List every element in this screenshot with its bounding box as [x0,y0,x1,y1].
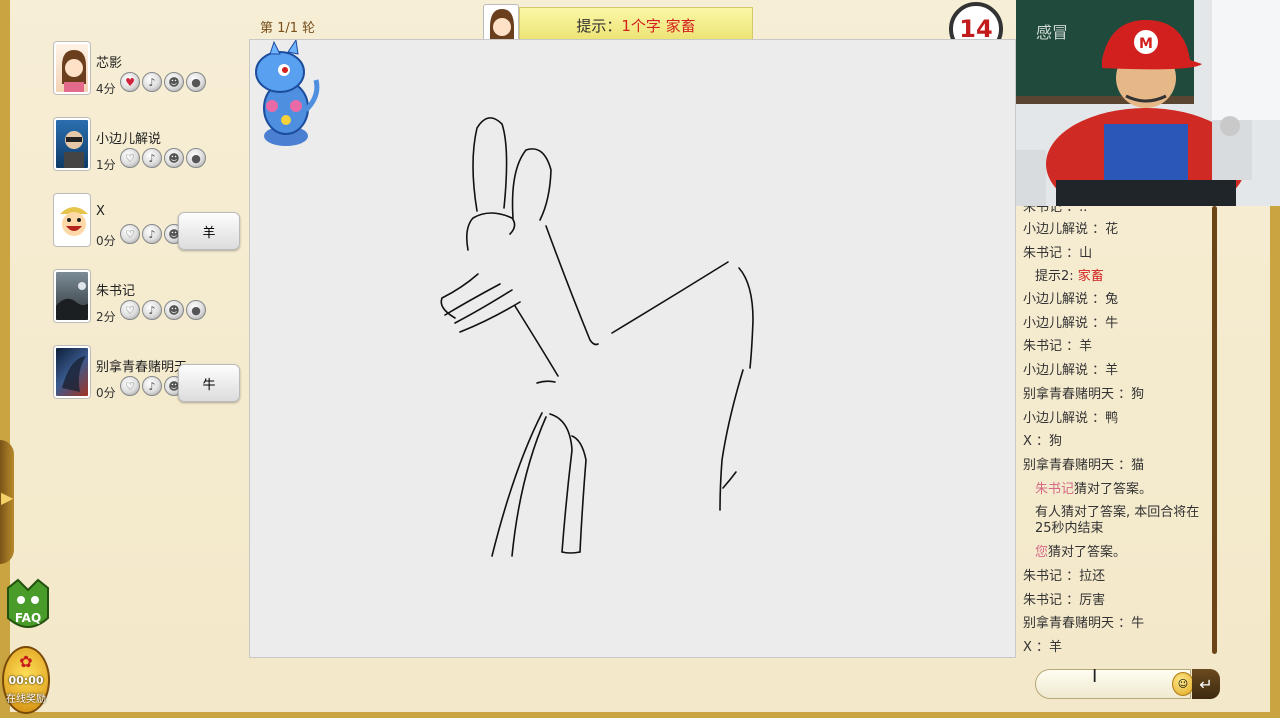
guess-bubble: 羊 [178,212,240,250]
arrow-right-icon: ▶ [1,488,14,507]
emoji-button[interactable]: ☺ [1172,672,1194,696]
chat-message: 小边儿解说 ：兔 [1023,292,1119,307]
player-item[interactable]: 朱书记 2分 ♡ ♪ ☻ ● [54,270,244,346]
player-name: 芯影 [96,56,123,71]
hint-bar: 提示： 1个字 家畜 [519,7,753,43]
chat-message: 朱书记 ：.. [1023,206,1088,215]
player-name: 小边儿解说 [96,132,162,147]
chat-message: 朱书记 ：羊 [1023,339,1093,354]
heart-icon[interactable]: ♡ [120,224,140,244]
sketch-drawing [440,117,754,557]
chat-message: 朱书记 ：山 [1023,246,1093,261]
chat-message: 小边儿解说 ：牛 [1023,316,1119,331]
chat-input[interactable] [1035,669,1191,699]
heart-icon[interactable]: ♡ [120,300,140,320]
svg-text:M: M [1139,36,1153,52]
chat-message: 朱书记 ：拉还 [1023,569,1106,584]
avatar [54,118,90,170]
player-highlight: 朱书记 [1035,482,1075,497]
avatar [54,194,90,246]
player-score: 2分 [96,310,116,324]
chat-scrollbar[interactable] [1212,206,1217,654]
chat-system-message: 提示2: 家畜 [1035,269,1104,285]
chat-message: 小边儿解说 ：鸭 [1023,411,1119,426]
dragon-mascot-icon [255,40,320,146]
webcam-feed: 感冒 M [1016,0,1280,206]
cat-face-icon[interactable]: ☻ [164,300,184,320]
heart-icon[interactable]: ♥ [120,72,140,92]
music-note-icon[interactable]: ♪ [142,224,162,244]
cartoon-face-avatar-icon [60,207,88,236]
chat-message: 小边儿解说 ：羊 [1023,363,1119,378]
smiley-icon: ☺ [1177,678,1189,690]
avatar [54,42,90,94]
chat-prefix: 提示2: [1035,269,1078,284]
player-score: 0分 [96,386,116,400]
player-name: 朱书记 [96,284,136,299]
reward-timer: 00:00 [8,674,44,687]
avatar [54,270,90,322]
player-name: 别拿青春赌明天 [96,360,188,375]
player-item[interactable]: 芯影 4分 ♥ ♪ ☻ ● [54,42,244,118]
expand-side-panel-button[interactable]: ▶ [0,440,14,564]
player-score: 0分 [96,234,116,248]
avatar [54,346,90,398]
chat-log: 朱书记 ：.. 小边儿解说 ：花 朱书记 ：山 提示2: 家畜 小边儿解说 ：兔… [1016,206,1216,656]
dark-art-avatar-icon [62,356,86,392]
player-score: 1分 [96,158,116,172]
send-button[interactable]: ↵ [1192,669,1220,699]
heart-icon[interactable]: ♡ [120,376,140,396]
board-text: 感冒 [1036,23,1068,42]
hint-label: 提示： [576,16,622,35]
faq-badge-icon: FAQ [7,578,49,628]
chat-system-message: 有人猜对了答案, 本回合将在25秒内结束 [1035,505,1200,536]
player-item[interactable]: 小边儿解说 1分 ♡ ♪ ☻ ● [54,118,244,194]
streamer-video-icon: 感冒 M [1016,0,1280,206]
reward-label: 在线奖励 [6,694,46,705]
music-note-icon[interactable]: ♪ [142,300,162,320]
player-list: 芯影 4分 ♥ ♪ ☻ ● 小边儿解说 1分 ♡ ♪ ☻ ● X 0分 ♡ ♪ … [54,42,244,422]
guess-bubble: 牛 [178,364,240,402]
music-note-icon[interactable]: ♪ [142,376,162,396]
player-score: 4分 [96,82,116,96]
bomb-icon[interactable]: ● [186,72,206,92]
chat-suffix: 猜对了答案。 [1048,545,1127,560]
music-note-icon[interactable]: ♪ [142,148,162,168]
player-name: X [96,204,105,219]
faq-label: FAQ [15,611,41,625]
chat-message: 小边儿解说 ：花 [1023,222,1119,237]
boy-avatar-icon [64,131,84,168]
music-note-icon[interactable]: ♪ [142,72,162,92]
cat-face-icon[interactable]: ☻ [164,148,184,168]
chat-message: 别拿青春赌明天 ：狗 [1023,387,1145,402]
chat-message: 朱书记 ：厉害 [1023,593,1106,608]
drawing-canvas[interactable] [249,39,1016,658]
cat-face-icon[interactable]: ☻ [164,72,184,92]
chat-message: X ：羊 [1023,640,1063,655]
send-icon: ↵ [1199,674,1213,694]
faq-button[interactable]: FAQ [3,578,53,638]
hint-highlight: 家畜 [1077,269,1104,284]
chat-message: X ：狗 [1023,434,1063,449]
gift-icon: ✿ [19,652,33,671]
chat-system-message: 您猜对了答案。 [1035,545,1126,561]
hint-text: 1个字 家畜 [621,16,696,35]
bomb-icon[interactable]: ● [186,148,206,168]
player-highlight: 您 [1035,545,1049,560]
bomb-icon[interactable]: ● [186,300,206,320]
chat-message: 别拿青春赌明天 ：猫 [1023,458,1145,473]
heart-icon[interactable]: ♡ [120,148,140,168]
chat-system-message: 朱书记猜对了答案。 [1035,482,1152,498]
girl-avatar-icon [62,50,86,92]
chat-message: 别拿青春赌明天 ：牛 [1023,616,1145,631]
chat-suffix: 猜对了答案。 [1074,482,1153,497]
landscape-avatar-icon [56,282,88,320]
round-indicator: 第 1/1 轮 [260,21,316,36]
online-reward-button[interactable]: ✿ 00:00 在线奖励 [2,646,50,714]
text-cursor-icon: I [1092,666,1098,687]
